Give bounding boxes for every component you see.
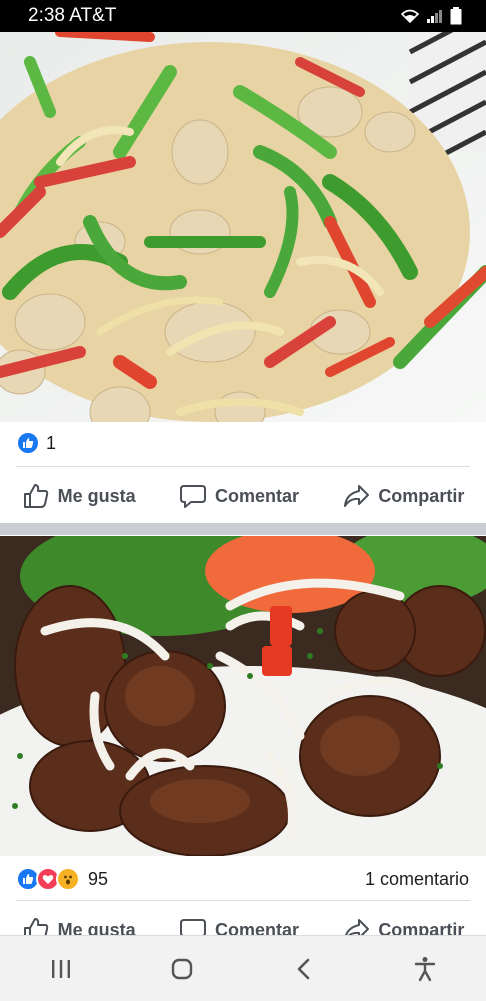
divider	[16, 466, 470, 467]
signal-icon	[427, 10, 442, 23]
wifi-icon	[400, 9, 420, 24]
status-bar: 2:38 AT&T	[0, 0, 486, 32]
comments-count-link[interactable]: 1 comentario	[365, 869, 469, 890]
battery-icon	[450, 7, 462, 25]
recent-apps-icon[interactable]	[41, 949, 81, 989]
status-time-carrier: 2:38 AT&T	[28, 5, 117, 26]
comment-label: Comentar	[214, 485, 299, 506]
post-image-chicken-fajitas[interactable]	[0, 32, 486, 422]
post-image-fried-pork[interactable]	[0, 536, 486, 856]
reactions-summary[interactable]: 1	[16, 431, 56, 455]
share-icon	[344, 485, 370, 507]
like-label: Me gusta	[57, 485, 136, 506]
status-icons	[400, 7, 462, 25]
accessibility-icon[interactable]	[405, 949, 445, 989]
post-separator	[0, 523, 486, 535]
divider	[16, 900, 470, 901]
reaction-count: 1	[46, 432, 57, 453]
post-actions: Me gusta Comentar Compartir	[0, 478, 486, 514]
comment-button[interactable]: Comentar	[179, 482, 299, 510]
system-nav-bar	[0, 935, 486, 1001]
thumbs-up-icon	[23, 484, 48, 508]
share-label: Compartir	[378, 485, 465, 506]
like-button[interactable]: Me gusta	[22, 482, 136, 510]
reaction-count: 95	[88, 868, 109, 889]
wow-reaction-icon	[56, 867, 80, 891]
reactions-summary-2[interactable]: 95	[16, 867, 108, 891]
share-button[interactable]: Compartir	[342, 482, 464, 510]
home-icon[interactable]	[162, 949, 202, 989]
like-reaction-icon	[16, 431, 40, 455]
back-icon[interactable]	[284, 949, 324, 989]
comment-icon	[179, 485, 206, 508]
